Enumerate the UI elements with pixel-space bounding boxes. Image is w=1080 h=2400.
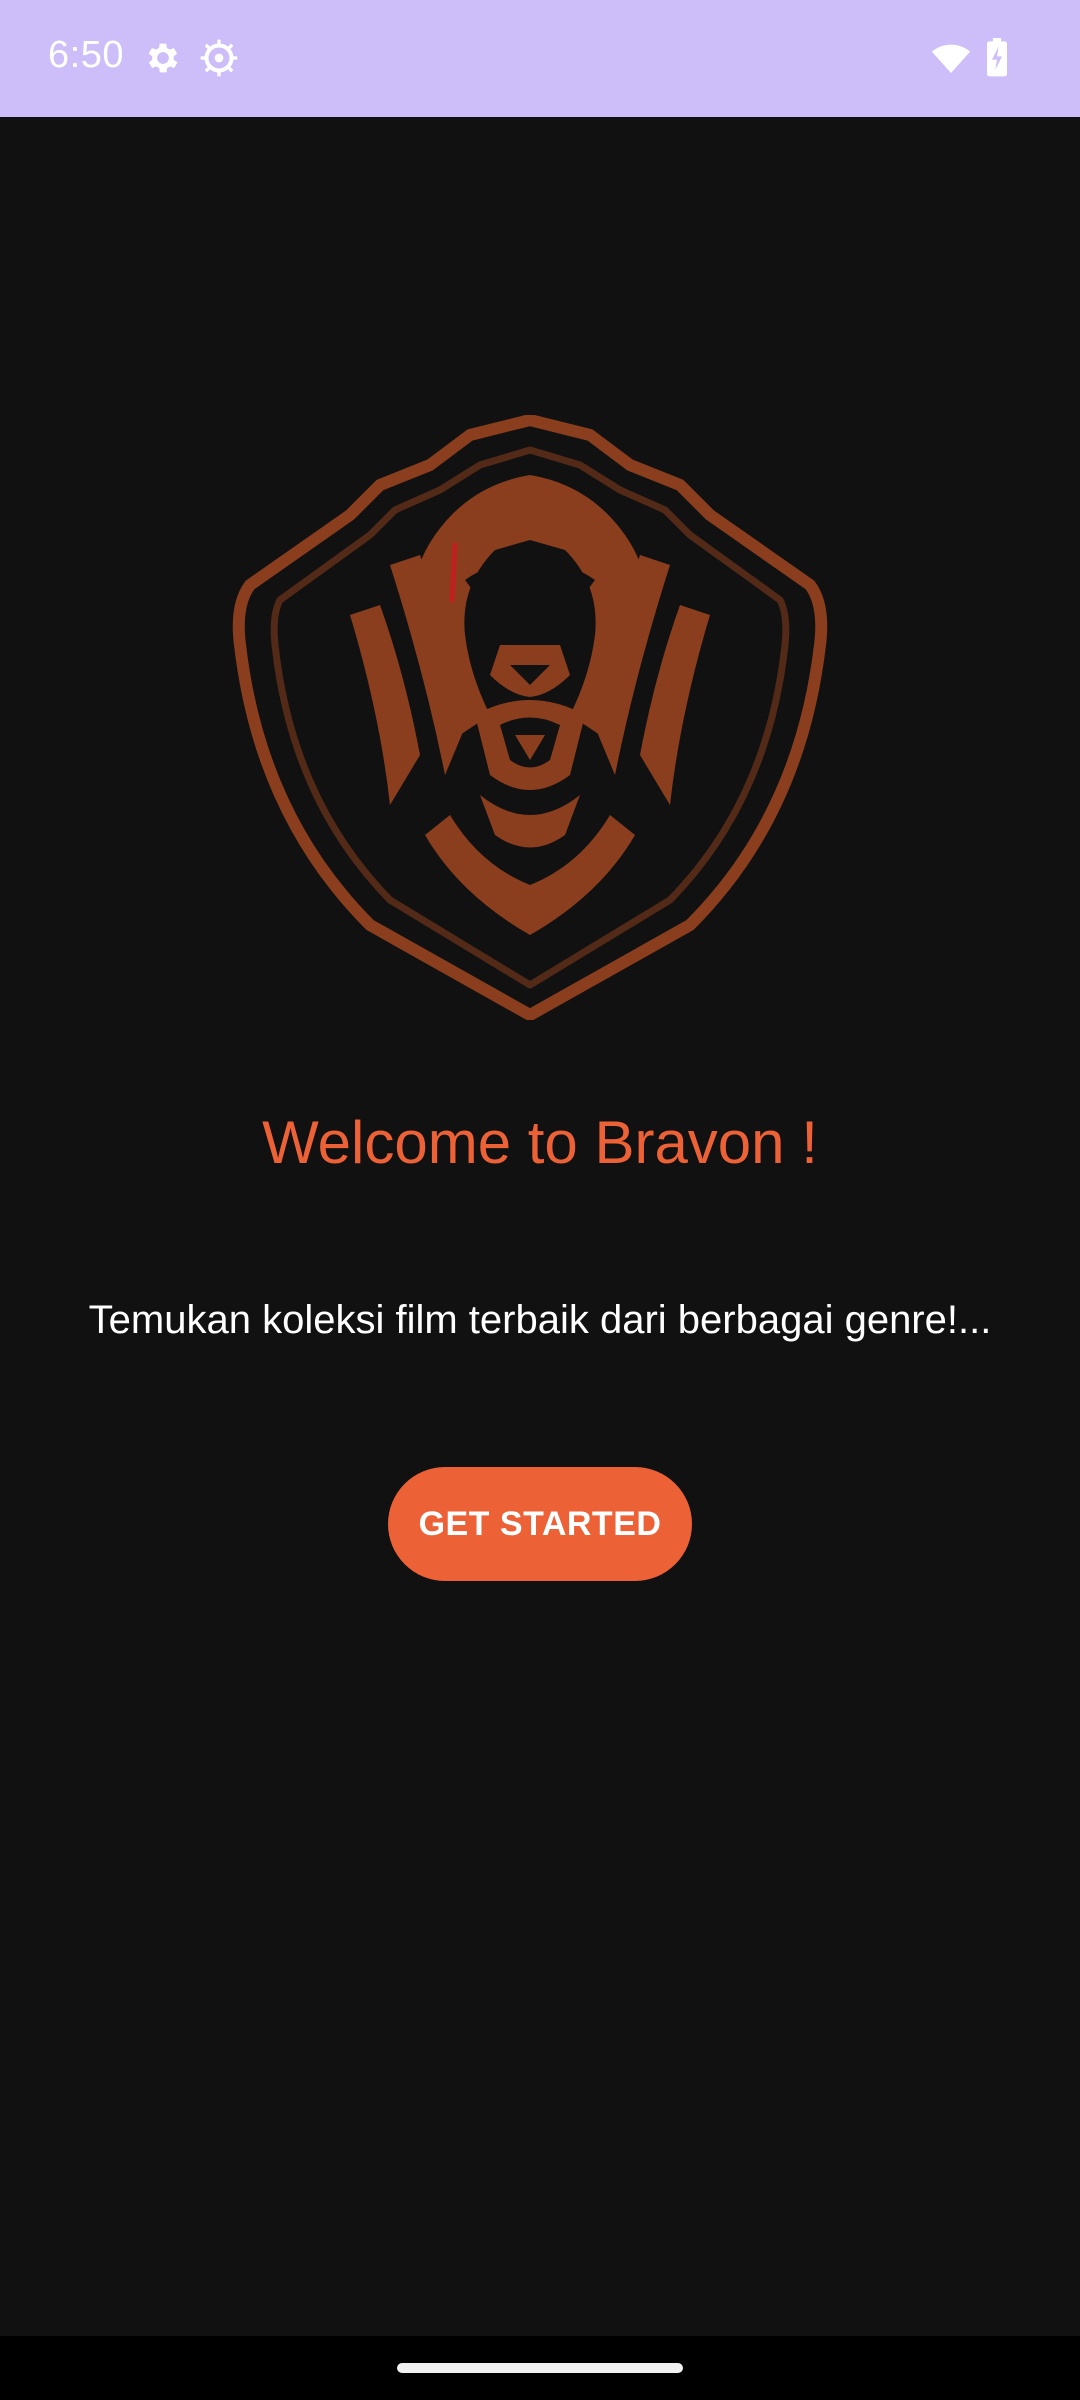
get-started-button[interactable]: GET STARTED bbox=[388, 1467, 692, 1581]
status-bar: 6:50 bbox=[0, 0, 1080, 117]
home-gesture-handle[interactable] bbox=[397, 2363, 683, 2373]
lion-shield-logo bbox=[230, 415, 830, 1020]
status-time: 6:50 bbox=[48, 34, 124, 76]
battery-charging-icon bbox=[983, 38, 1011, 78]
gear-icon bbox=[143, 38, 183, 78]
wifi-icon bbox=[930, 38, 972, 78]
crosshair-gear-icon bbox=[199, 38, 239, 78]
intro-text: Temukan koleksi film terbaik dari berbag… bbox=[88, 1298, 992, 1342]
welcome-screen: 6:50 Welcome to Bravon ! Temukan koleksi… bbox=[0, 0, 1080, 2400]
welcome-title: Welcome to Bravon ! bbox=[262, 1109, 818, 1177]
